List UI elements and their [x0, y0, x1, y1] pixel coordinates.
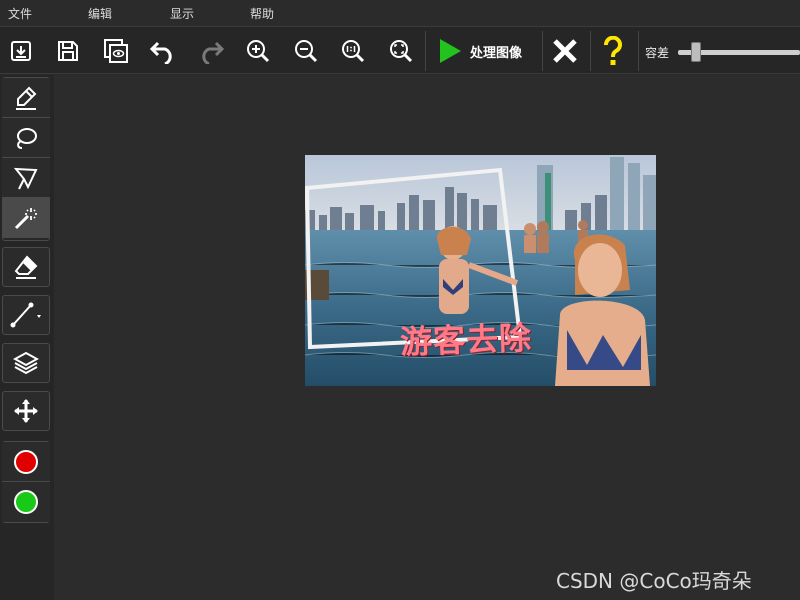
red-swatch[interactable]	[2, 442, 50, 482]
zoom-in-icon	[247, 40, 270, 63]
photo-caption: 游客去除	[399, 318, 533, 362]
polygon-lasso-icon	[13, 167, 38, 189]
color-swatches-group	[2, 441, 50, 523]
lasso-icon	[17, 127, 37, 149]
layers-tool[interactable]	[2, 343, 50, 383]
import-icon	[11, 41, 31, 61]
red-color-dot	[14, 449, 38, 474]
zoom-actual-button[interactable]	[333, 31, 373, 71]
zoom-actual-icon	[342, 40, 365, 63]
marker-icon	[16, 86, 37, 110]
toolbar: 处理图像 容差	[0, 26, 800, 74]
watermark-text: CSDN @CoCo玛奇朵	[556, 569, 752, 593]
tolerance-slider-thumb[interactable]	[691, 42, 702, 62]
selection-tools-group	[2, 77, 50, 241]
move-icon	[14, 399, 38, 423]
save-button[interactable]	[48, 31, 88, 71]
menu-view[interactable]: 显示	[170, 5, 194, 22]
menu-file[interactable]: 文件	[8, 5, 32, 22]
toolbar-separator	[425, 31, 426, 71]
save-icon	[58, 41, 78, 61]
play-icon	[440, 39, 461, 63]
copy-preview-icon	[104, 39, 128, 63]
polygon-lasso-tool[interactable]	[2, 158, 50, 198]
tolerance-label: 容差	[645, 46, 670, 60]
menu-bar: 文件 编辑 显示 帮助	[0, 0, 800, 26]
preview-button[interactable]	[96, 31, 136, 71]
line-icon	[10, 302, 41, 328]
line-tool[interactable]	[2, 295, 50, 335]
green-color-dot	[14, 490, 38, 514]
eraser-tool[interactable]	[2, 247, 50, 287]
import-button[interactable]	[1, 31, 41, 71]
lasso-tool[interactable]	[2, 118, 50, 158]
zoom-fit-button[interactable]	[381, 31, 421, 71]
tool-panel	[0, 75, 54, 600]
marker-tool[interactable]	[2, 78, 50, 118]
eraser-icon	[14, 255, 38, 279]
redo-icon	[202, 41, 225, 64]
canvas-image[interactable]: 游客去除	[305, 155, 656, 386]
menu-help[interactable]: 帮助	[250, 5, 274, 22]
magic-wand-icon	[14, 208, 37, 230]
move-tool[interactable]	[2, 391, 50, 431]
process-image-label: 处理图像	[470, 45, 523, 61]
toolbar-separator	[542, 31, 543, 71]
zoom-in-button[interactable]	[238, 31, 278, 71]
magic-wand-tool[interactable]	[2, 198, 50, 238]
zoom-out-icon	[295, 40, 318, 63]
layers-icon	[13, 351, 39, 375]
process-image-button[interactable]: 处理图像	[428, 31, 540, 71]
help-icon	[604, 36, 622, 65]
help-button[interactable]	[593, 31, 633, 71]
zoom-out-button[interactable]	[286, 31, 326, 71]
toolbar-separator	[590, 31, 591, 71]
undo-icon	[149, 41, 172, 64]
menu-edit[interactable]: 编辑	[88, 5, 112, 22]
undo-button[interactable]	[143, 31, 183, 71]
green-swatch[interactable]	[2, 482, 50, 522]
clear-button[interactable]	[545, 31, 585, 71]
close-icon	[553, 39, 577, 63]
toolbar-separator	[638, 31, 639, 71]
zoom-fit-icon	[390, 40, 413, 63]
redo-button[interactable]	[191, 31, 231, 71]
